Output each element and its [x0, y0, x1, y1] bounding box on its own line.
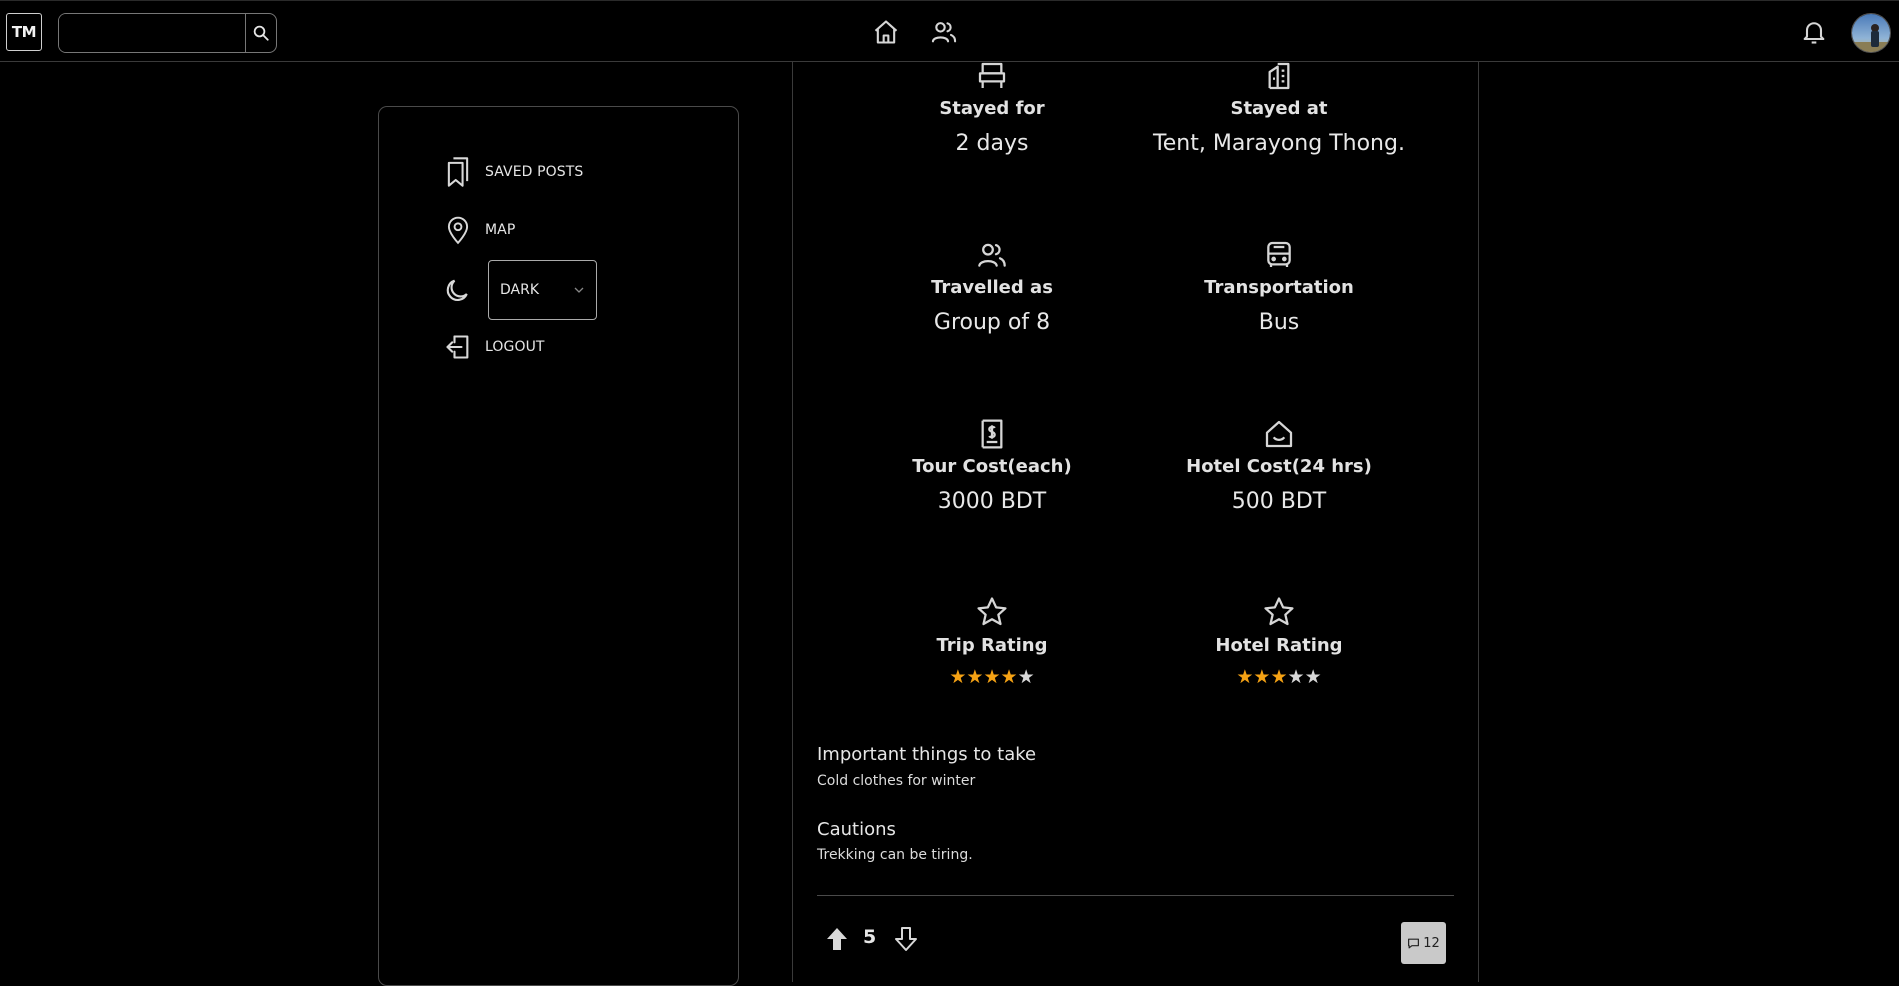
receipt-icon	[862, 416, 1122, 450]
sidebar-item-label: SAVED POSTS	[485, 164, 584, 180]
star-empty-icon: ★	[1287, 666, 1305, 688]
logout-icon	[443, 331, 473, 363]
stat-stayed-for: Stayed for 2 days	[862, 58, 1122, 156]
arrow-up-icon	[827, 928, 847, 950]
divider	[817, 895, 1454, 896]
bus-icon	[1149, 237, 1409, 271]
app-logo[interactable]: TM	[6, 13, 42, 51]
sidebar-item-label: LOGOUT	[485, 339, 545, 355]
theme-select-value: DARK	[500, 282, 540, 298]
stat-label: Travelled as	[931, 277, 1053, 298]
search-icon	[253, 25, 269, 41]
star-filled-icon: ★	[983, 666, 1001, 688]
sidebar-item-logout[interactable]: LOGOUT	[443, 331, 545, 363]
comments-button[interactable]: 12	[1401, 922, 1446, 964]
star-filled-icon: ★	[966, 666, 984, 688]
star-rating: ★★★★★	[862, 666, 1122, 688]
sidebar-item-label: MAP	[485, 222, 516, 238]
comment-count: 12	[1423, 935, 1440, 951]
home-icon	[874, 20, 898, 44]
stat-label: Transportation	[1204, 277, 1354, 298]
cautions-title: Cautions	[817, 819, 896, 840]
bed-icon	[862, 58, 1122, 92]
rating-label: Trip Rating	[936, 635, 1048, 656]
rating-label: Hotel Rating	[1215, 635, 1343, 656]
stat-tour-cost: Tour Cost(each) 3000 BDT	[862, 416, 1122, 514]
search-button[interactable]	[245, 14, 276, 52]
stat-transportation: Transportation Bus	[1149, 237, 1409, 335]
top-bar: TM	[0, 0, 1899, 62]
theme-select[interactable]: DARK	[488, 260, 597, 320]
profile-photo	[1852, 14, 1890, 52]
stat-travelled-as: Travelled as Group of 8	[862, 237, 1122, 335]
comment-icon	[1408, 938, 1420, 948]
bookmark-icon	[443, 156, 473, 188]
star-empty-icon: ★	[1304, 666, 1322, 688]
downvote-button[interactable]	[893, 925, 919, 953]
star-filled-icon: ★	[1000, 666, 1018, 688]
star-filled-icon: ★	[1253, 666, 1271, 688]
hotel-rating: Hotel Rating ★★★★★	[1149, 595, 1409, 688]
star-outline-icon	[1149, 595, 1409, 629]
arrow-down-icon	[895, 927, 917, 951]
people-icon	[862, 237, 1122, 271]
star-outline-icon	[862, 595, 1122, 629]
stat-value: Bus	[1258, 310, 1300, 335]
important-things-text: Cold clothes for winter	[817, 773, 976, 789]
sidebar: SAVED POSTS MAP DARK LOGOUT	[378, 106, 739, 986]
map-pin-icon	[443, 214, 473, 246]
star-filled-icon: ★	[1270, 666, 1288, 688]
bell-icon	[1803, 22, 1825, 44]
friends-nav-button[interactable]	[927, 15, 961, 49]
important-things-title: Important things to take	[817, 744, 1037, 765]
stat-value: 3000 BDT	[937, 489, 1047, 514]
vote-count: 5	[863, 926, 877, 948]
home-nav-button[interactable]	[869, 15, 903, 49]
star-filled-icon: ★	[1236, 666, 1254, 688]
sidebar-item-map[interactable]: MAP	[443, 214, 515, 246]
people-icon	[931, 22, 957, 43]
stat-label: Stayed at	[1230, 98, 1328, 119]
chevron-down-icon	[574, 287, 584, 293]
stat-hotel-cost: Hotel Cost(24 hrs) 500 BDT	[1149, 416, 1409, 514]
stat-value: 500 BDT	[1231, 489, 1327, 514]
moon-icon	[443, 274, 473, 306]
stat-label: Hotel Cost(24 hrs)	[1186, 456, 1372, 477]
theme-toggle	[443, 274, 473, 306]
avatar[interactable]	[1851, 13, 1891, 53]
cautions-text: Trekking can be tiring.	[817, 847, 973, 863]
stat-label: Tour Cost(each)	[912, 456, 1072, 477]
trip-rating: Trip Rating ★★★★★	[862, 595, 1122, 688]
search-input[interactable]	[59, 14, 245, 52]
search-box	[58, 13, 277, 53]
stat-value: Group of 8	[933, 310, 1051, 335]
building-icon	[1149, 58, 1409, 92]
notifications-button[interactable]	[1797, 15, 1831, 49]
sidebar-item-saved-posts[interactable]: SAVED POSTS	[443, 156, 583, 188]
house-icon	[1149, 416, 1409, 450]
star-empty-icon: ★	[1017, 666, 1035, 688]
stat-label: Stayed for	[939, 98, 1045, 119]
stat-value: Tent, Marayong Thong.	[1153, 131, 1405, 156]
upvote-button[interactable]	[824, 925, 850, 953]
post-details: Stayed for 2 days Stayed at Tent, Marayo…	[792, 62, 1479, 982]
stat-stayed-at: Stayed at Tent, Marayong Thong.	[1149, 58, 1409, 156]
stat-value: 2 days	[955, 131, 1029, 156]
star-rating: ★★★★★	[1149, 666, 1409, 688]
star-filled-icon: ★	[949, 666, 967, 688]
